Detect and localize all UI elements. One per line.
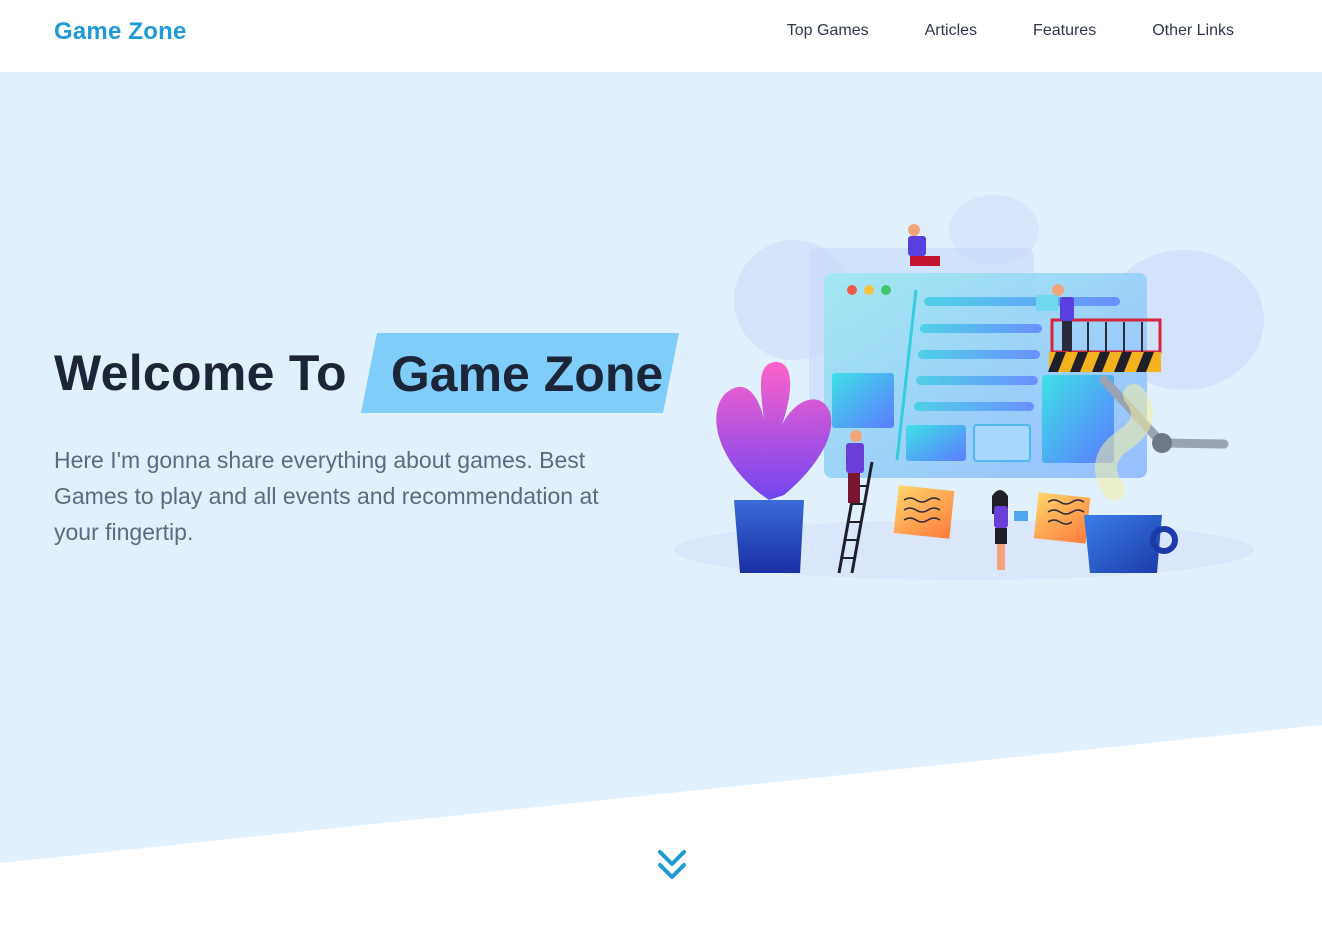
scroll-down-button[interactable] xyxy=(655,848,689,884)
window-dot-red xyxy=(847,285,857,295)
headline-highlight: Game Zone xyxy=(360,333,679,413)
window-dot-green xyxy=(881,285,891,295)
content-line xyxy=(916,376,1038,385)
worker-legs xyxy=(1062,321,1072,351)
worker-body xyxy=(1060,297,1074,321)
content-block xyxy=(832,373,894,428)
content-block xyxy=(973,424,1031,462)
content-line xyxy=(924,297,1120,306)
ladder-person-legs xyxy=(848,473,860,503)
content-block xyxy=(906,425,966,461)
crane-joint xyxy=(1152,433,1172,453)
hero-headline: Welcome To Game Zone xyxy=(54,333,679,413)
ladder-person-head xyxy=(850,430,862,442)
window-dot-yellow xyxy=(864,285,874,295)
content-line xyxy=(914,402,1034,411)
nav-link-articles[interactable]: Articles xyxy=(925,22,977,40)
nav-link-other-links[interactable]: Other Links xyxy=(1152,22,1234,40)
coffee-mug xyxy=(1084,515,1162,573)
nav-link-top-games[interactable]: Top Games xyxy=(787,22,869,40)
sitting-person-body xyxy=(908,236,926,256)
chevron-double-down-icon xyxy=(658,850,686,879)
main-nav: Top Games Articles Features Other Links xyxy=(731,22,1234,40)
sitting-person-legs xyxy=(910,256,940,266)
plant-pot xyxy=(734,500,804,573)
sitting-person-head xyxy=(908,224,920,236)
content-line xyxy=(918,350,1040,359)
woman-legs xyxy=(997,544,1005,570)
navbar: Game Zone Top Games Articles Features Ot… xyxy=(0,0,1322,72)
headline-plain-text: Welcome To xyxy=(54,345,347,401)
worker-sign xyxy=(1036,295,1058,311)
headline-highlight-text: Game Zone xyxy=(390,346,664,402)
tablet xyxy=(1014,511,1028,521)
team-building-website-illustration xyxy=(674,195,1264,580)
woman-skirt xyxy=(995,528,1007,544)
ladder-person-body xyxy=(846,443,864,473)
hero-subtitle: Here I'm gonna share everything about ga… xyxy=(54,447,599,545)
content-line xyxy=(920,324,1042,333)
worker-head xyxy=(1052,284,1064,296)
brand-logo-link[interactable]: Game Zone xyxy=(54,18,187,46)
woman-body xyxy=(994,506,1008,528)
nav-link-features[interactable]: Features xyxy=(1033,22,1096,40)
